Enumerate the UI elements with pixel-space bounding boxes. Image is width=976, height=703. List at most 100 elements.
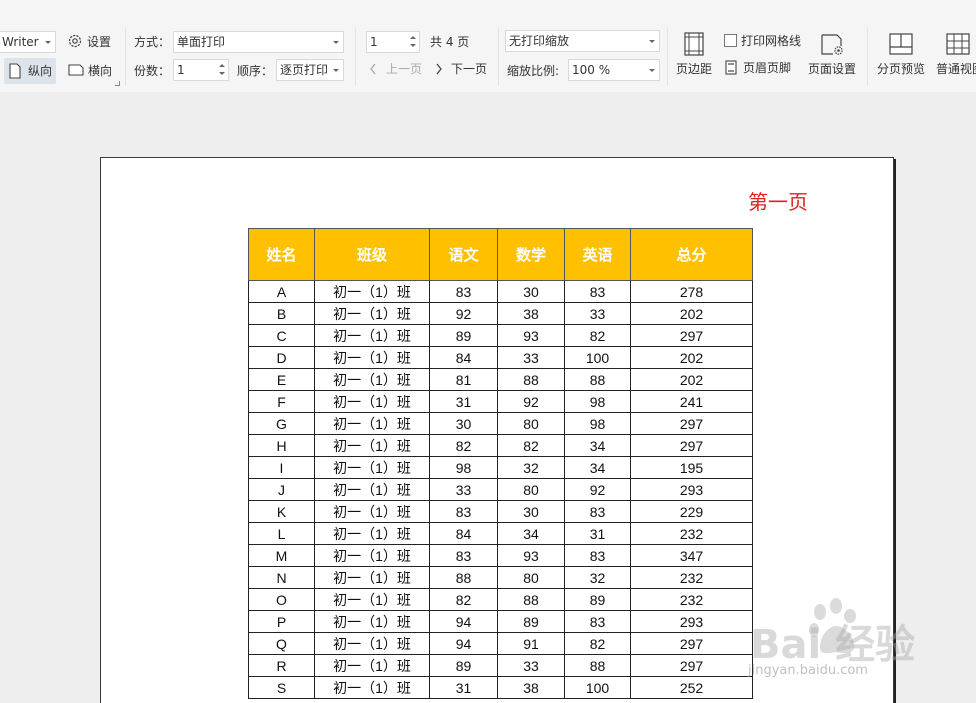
- page-break-preview-button[interactable]: 分页预览: [874, 30, 928, 82]
- landscape-button[interactable]: 横向: [66, 60, 116, 82]
- table-row: H 初一（1）班 82 82 34 297: [248, 434, 753, 457]
- chevron-down-icon: [333, 41, 339, 44]
- cell-math: 93: [497, 544, 565, 567]
- landscape-label: 横向: [88, 64, 113, 78]
- toolbar-divider: [667, 28, 668, 86]
- print-order-select[interactable]: 逐页打印: [276, 59, 344, 81]
- stepper-arrows-icon[interactable]: [407, 32, 419, 52]
- next-page-button[interactable]: 下一页: [432, 60, 492, 78]
- page-break-icon: [889, 33, 913, 55]
- margins-button[interactable]: 页边距: [674, 30, 716, 82]
- previous-page-button[interactable]: 上一页: [366, 60, 426, 78]
- printer-select-value: Writer: [2, 35, 39, 49]
- cell-chinese: 83: [429, 500, 498, 523]
- cell-chinese: 31: [429, 390, 498, 413]
- cell-chinese: 83: [429, 280, 498, 303]
- normal-view-button[interactable]: 普通视图: [934, 30, 976, 82]
- print-mode-select[interactable]: 单面打印: [173, 31, 344, 53]
- page-number-stepper[interactable]: 1: [366, 31, 420, 53]
- cell-english: 31: [564, 522, 631, 545]
- settings-button[interactable]: 设置: [66, 32, 116, 52]
- watermark-text: Bai 经验: [750, 622, 916, 668]
- cell-class: 初一（1）班: [314, 434, 430, 457]
- cell-total: 232: [630, 588, 753, 611]
- print-gridlines-checkbox[interactable]: 打印网格线: [724, 32, 806, 50]
- settings-label: 设置: [87, 35, 112, 49]
- portrait-button[interactable]: 纵向: [4, 58, 56, 84]
- cell-name: H: [248, 434, 315, 457]
- table-row: C 初一（1）班 89 93 82 297: [248, 324, 753, 347]
- table-row: O 初一（1）班 82 88 89 232: [248, 588, 753, 611]
- chevron-down-icon: [649, 40, 655, 43]
- cell-total: 297: [630, 632, 753, 655]
- table-row: L 初一（1）班 84 34 31 232: [248, 522, 753, 545]
- cell-total: 241: [630, 390, 753, 413]
- header-footer-button[interactable]: 页眉页脚: [724, 58, 796, 78]
- table-row: J 初一（1）班 33 80 92 293: [248, 478, 753, 501]
- header-footer-icon: [725, 60, 737, 75]
- copies-label: 份数：: [134, 64, 171, 78]
- print-gridlines-label: 打印网格线: [741, 34, 802, 48]
- zoom-label: 缩放比例:: [507, 64, 560, 78]
- page-number-value: 1: [370, 35, 378, 49]
- orientation-group-launcher[interactable]: [115, 81, 120, 86]
- cell-chinese: 98: [429, 456, 498, 479]
- cell-math: 30: [497, 280, 565, 303]
- mode-label: 方式：: [134, 35, 171, 49]
- cell-math: 93: [497, 324, 565, 347]
- column-header-name: 姓名: [248, 228, 315, 281]
- cell-chinese: 94: [429, 632, 498, 655]
- page-setup-button[interactable]: 页面设置: [806, 30, 860, 82]
- cell-math: 30: [497, 500, 565, 523]
- cell-class: 初一（1）班: [314, 654, 430, 677]
- column-header-class: 班级: [314, 228, 430, 281]
- column-header-math: 数学: [497, 228, 565, 281]
- cell-math: 92: [497, 390, 565, 413]
- print-preview-toolbar: Writer 设置 纵向 横向 方式： 单面打印 份数： 1 顺序： 逐页打印 …: [0, 0, 976, 92]
- cell-class: 初一（1）班: [314, 632, 430, 655]
- cell-name: C: [248, 324, 315, 347]
- column-header-total: 总分: [630, 228, 753, 281]
- cell-total: 293: [630, 610, 753, 633]
- stepper-arrows-icon[interactable]: [216, 60, 228, 80]
- normal-view-label: 普通视图: [936, 62, 976, 76]
- table-row: R 初一（1）班 89 33 88 297: [248, 654, 753, 677]
- cell-english: 83: [564, 280, 631, 303]
- cell-name: K: [248, 500, 315, 523]
- cell-name: Q: [248, 632, 315, 655]
- zoom-select[interactable]: 100 %: [568, 59, 660, 81]
- cell-math: 34: [497, 522, 565, 545]
- cell-math: 38: [497, 676, 565, 699]
- cell-class: 初一（1）班: [314, 324, 430, 347]
- cell-class: 初一（1）班: [314, 522, 430, 545]
- cell-total: 232: [630, 522, 753, 545]
- print-mode-value: 单面打印: [177, 35, 226, 49]
- cell-name: E: [248, 368, 315, 391]
- cell-total: 297: [630, 654, 753, 677]
- cell-total: 297: [630, 434, 753, 457]
- cell-class: 初一（1）班: [314, 544, 430, 567]
- grades-table: 姓名 班级 语文 数学 英语 总分 A 初一（1）班 83 30 83 278 B 初一（1）…: [248, 228, 753, 699]
- page-title: 第一页: [748, 190, 808, 214]
- header-footer-label: 页眉页脚: [743, 61, 792, 75]
- cell-total: 252: [630, 676, 753, 699]
- cell-math: 38: [497, 302, 565, 325]
- cell-total: 347: [630, 544, 753, 567]
- toolbar-divider: [125, 28, 126, 86]
- print-scaling-select[interactable]: 无打印缩放: [505, 30, 660, 52]
- cell-total: 202: [630, 368, 753, 391]
- page-margins-icon: [684, 32, 704, 56]
- cell-math: 88: [497, 588, 565, 611]
- copies-stepper[interactable]: 1: [173, 59, 229, 81]
- cell-english: 89: [564, 588, 631, 611]
- table-row: F 初一（1）班 31 92 98 241: [248, 390, 753, 413]
- print-scaling-value: 无打印缩放: [509, 34, 570, 48]
- cell-english: 88: [564, 368, 631, 391]
- cell-chinese: 82: [429, 588, 498, 611]
- cell-chinese: 89: [429, 324, 498, 347]
- printer-select[interactable]: Writer: [0, 31, 56, 53]
- page-break-preview-label: 分页预览: [877, 62, 926, 76]
- cell-english: 34: [564, 434, 631, 457]
- cell-english: 34: [564, 456, 631, 479]
- cell-class: 初一（1）班: [314, 588, 430, 611]
